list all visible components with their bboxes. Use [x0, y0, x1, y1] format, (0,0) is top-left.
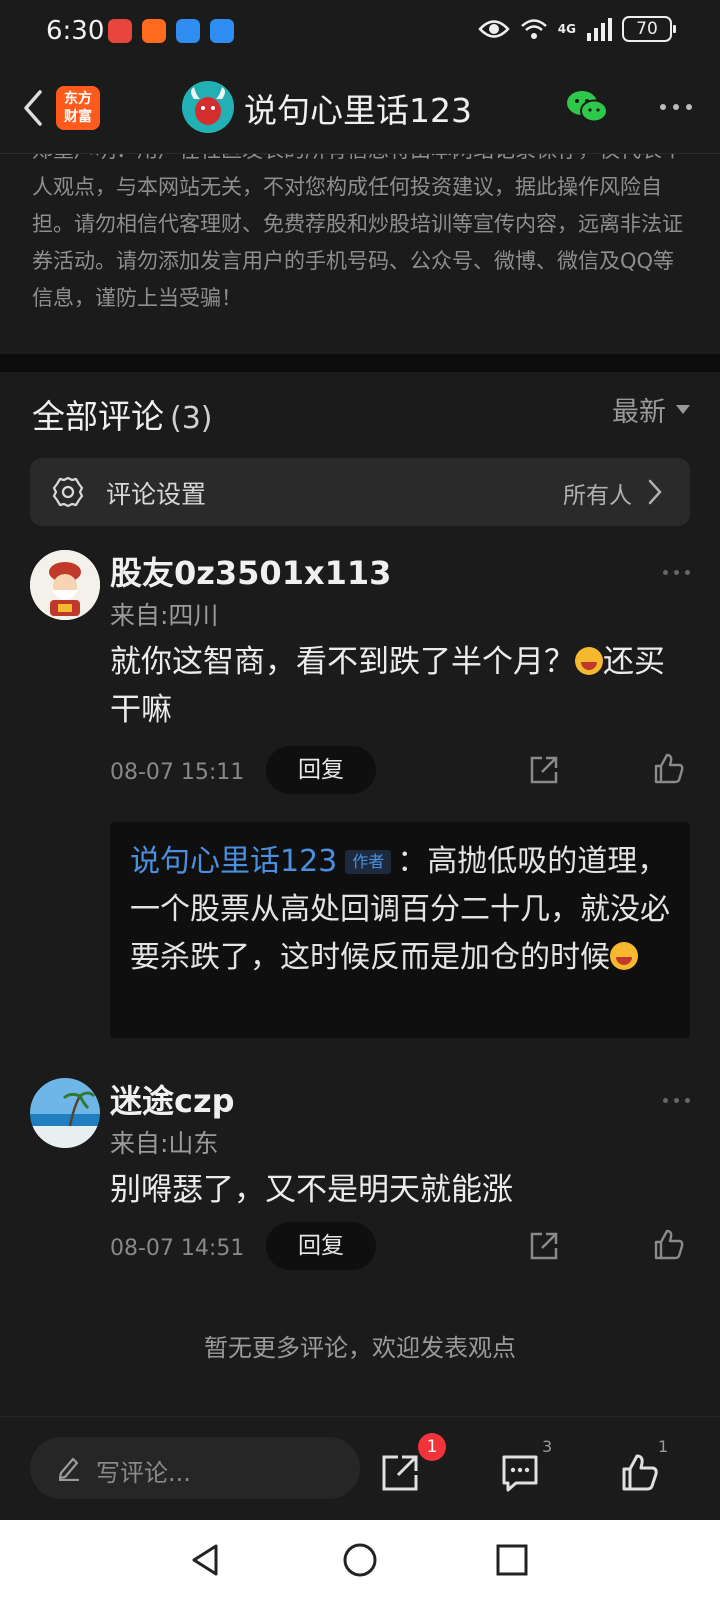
comments-title: 全部评论 (3) [32, 390, 213, 438]
comments-count: (3) [170, 401, 213, 436]
comment-count: 3 [542, 1437, 553, 1456]
share-icon[interactable] [380, 1453, 420, 1493]
comment-username[interactable]: 股友0z3501x113 [110, 548, 391, 594]
avatar[interactable] [30, 1078, 100, 1148]
comment-settings-row[interactable]: 评论设置 所有人 [30, 458, 690, 526]
more-dot [674, 1098, 679, 1103]
fortune-god-avatar-icon [30, 550, 100, 620]
page-title: 说句心里话123 [244, 91, 472, 130]
thumbs-up-icon[interactable] [652, 1228, 686, 1262]
reply-author-name[interactable]: 说句心里话123 [130, 844, 337, 879]
comment-location: 来自:四川 [110, 601, 219, 630]
comment-time: 08-07 14:51 [110, 1236, 245, 1261]
reply-button[interactable]: 回复 [266, 1222, 376, 1270]
more-dot [663, 570, 668, 575]
author-reply[interactable]: 说句心里话123 作者 ：高抛低吸的道理，一个股票从高处回调百分二十几，就没必要杀跌… [110, 822, 690, 1038]
comment-text-part: 就你这智商，看不到跌了半个月？ [110, 644, 575, 680]
status-bar: 6:30 4G 70 [0, 0, 720, 66]
more-dot [674, 570, 679, 575]
back-arrow-icon[interactable] [16, 84, 52, 132]
comment-icon[interactable] [500, 1453, 540, 1493]
status-app-icons [108, 19, 234, 43]
comment-time: 08-07 15:11 [110, 760, 245, 785]
beach-avatar-icon [30, 1078, 100, 1148]
thumbs-up-icon[interactable] [620, 1453, 660, 1493]
comment-more-icon[interactable] [663, 570, 690, 575]
author-badge: 作者 [345, 850, 392, 874]
nav-back-icon[interactable] [186, 1540, 226, 1580]
status-indicators: 4G 70 [478, 16, 676, 42]
reply-button[interactable]: 回复 [266, 746, 376, 794]
comment-settings-label: 评论设置 [106, 480, 207, 509]
signal-icon [587, 18, 612, 41]
comments-title-text: 全部评论 [32, 397, 164, 436]
comment-username[interactable]: 迷途czp [110, 1076, 235, 1122]
no-more-comments: 暂无更多评论，欢迎发表观点 [204, 1334, 516, 1362]
wifi-icon [520, 19, 547, 39]
sort-label: 最新 [612, 397, 666, 428]
comment-text: 别嘚瑟了，又不是明天就能涨 [110, 1172, 513, 1208]
write-comment-input[interactable]: 写评论... [30, 1437, 360, 1499]
brand-line-2: 财富 [64, 109, 92, 125]
more-dot [685, 1098, 690, 1103]
comment-location: 来自:山东 [110, 1129, 219, 1158]
network-type: 4G [557, 22, 576, 36]
more-dot [660, 104, 666, 110]
gear-icon [52, 476, 84, 508]
laughing-emoji-icon [575, 647, 603, 675]
comment-item: 股友0z3501x113 来自:四川 就你这智商，看不到跌了半个月？ 还买干嘛 0… [0, 548, 720, 1048]
bottom-action-bar: 写评论... 1 3 1 [0, 1416, 720, 1520]
share-icon[interactable] [528, 754, 560, 786]
more-dot [663, 1098, 668, 1103]
write-comment-placeholder: 写评论... [96, 1459, 191, 1487]
comment-settings-value: 所有人 [563, 483, 632, 509]
comment-text: 就你这智商，看不到跌了半个月？ 还买干嘛 [110, 638, 690, 734]
sort-dropdown[interactable]: 最新 [612, 390, 690, 429]
nav-home-icon[interactable] [340, 1540, 380, 1580]
app-notification-icon [210, 19, 234, 43]
bull-icon [182, 81, 234, 133]
chevron-right-icon [648, 479, 662, 505]
more-icon[interactable] [660, 104, 692, 110]
share-badge: 1 [418, 1433, 446, 1461]
caret-down-icon [676, 405, 690, 414]
brand-logo[interactable]: 东方 财富 [56, 86, 100, 130]
pen-icon [58, 1457, 79, 1481]
app-header: 东方 财富 说句心里话123 [0, 66, 720, 154]
app-notification-icon [176, 19, 200, 43]
disclaimer-panel: 郑重声明：用户在社区发表的所有信息将由本网站记录保存，仅代表个人观点，与本网站无… [0, 154, 720, 354]
more-dot [685, 570, 690, 575]
more-dot [686, 104, 692, 110]
author-avatar[interactable] [182, 81, 234, 133]
nav-recents-icon[interactable] [492, 1540, 532, 1580]
app-notification-icon [108, 19, 132, 43]
comments-section: 全部评论 (3) 最新 评论设置 所有人 股友0z3501x113 来自:四川 就… [0, 372, 720, 1416]
status-time: 6:30 [46, 16, 105, 46]
avatar[interactable] [30, 550, 100, 620]
battery-icon: 70 [622, 16, 676, 42]
comment-item: 迷途czp 来自:山东 别嘚瑟了，又不是明天就能涨 08-07 14:51 回复 [0, 1076, 720, 1306]
disclaimer-text: 郑重声明：用户在社区发表的所有信息将由本网站记录保存，仅代表个人观点，与本网站无… [32, 154, 683, 310]
laughing-tears-emoji-icon [610, 942, 638, 970]
wechat-icon[interactable] [566, 88, 608, 126]
share-icon[interactable] [528, 1230, 560, 1262]
system-nav-bar [0, 1520, 720, 1600]
section-divider [0, 354, 720, 372]
more-dot [673, 104, 679, 110]
thumbs-up-icon[interactable] [652, 752, 686, 786]
comment-more-icon[interactable] [663, 1098, 690, 1103]
brand-line-1: 东方 [64, 91, 92, 107]
app-notification-icon [142, 19, 166, 43]
eye-icon [478, 20, 510, 38]
like-count: 1 [658, 1437, 669, 1456]
